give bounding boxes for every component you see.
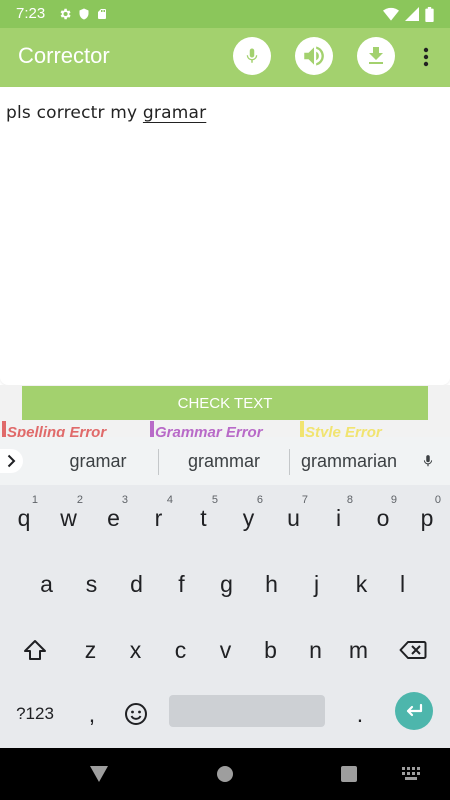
app-bar: Corrector bbox=[0, 28, 450, 87]
key-i[interactable]: i8 bbox=[316, 485, 361, 551]
key-p[interactable]: p0 bbox=[405, 485, 449, 551]
key-t[interactable]: t5 bbox=[181, 485, 226, 551]
shift-icon bbox=[24, 640, 46, 660]
status-right-icons bbox=[383, 6, 434, 22]
key-s[interactable]: s bbox=[69, 551, 114, 617]
key-l[interactable]: l bbox=[384, 551, 421, 617]
key-j[interactable]: j bbox=[294, 551, 339, 617]
key-g[interactable]: g bbox=[204, 551, 249, 617]
system-nav-bar bbox=[0, 748, 450, 800]
suggestion-2[interactable]: grammar bbox=[160, 451, 288, 472]
status-time: 7:23 bbox=[16, 5, 46, 22]
key-v[interactable]: v bbox=[203, 617, 248, 683]
period-key[interactable]: . bbox=[338, 681, 382, 747]
key-h[interactable]: h bbox=[249, 551, 294, 617]
status-left-icons bbox=[58, 6, 108, 22]
enter-key[interactable] bbox=[395, 692, 433, 730]
suggestion-strip: gramar grammar grammarian bbox=[0, 437, 450, 485]
key-n[interactable]: n bbox=[293, 617, 338, 683]
legend-grammar-bar bbox=[150, 421, 154, 437]
comma-key[interactable]: , bbox=[70, 681, 114, 747]
legend-spelling-label: Spelling Error bbox=[7, 424, 107, 437]
signal-icon bbox=[405, 7, 419, 21]
space-key[interactable] bbox=[169, 695, 325, 727]
download-icon bbox=[369, 47, 383, 64]
keyboard-row-4: ?123 , . bbox=[0, 681, 450, 747]
download-button[interactable] bbox=[357, 37, 395, 75]
backspace-key[interactable] bbox=[388, 617, 438, 683]
soft-keyboard: gramar grammar grammarian q1 w2 e3 r4 t5… bbox=[0, 437, 450, 748]
speaker-icon bbox=[304, 46, 324, 66]
check-text-button[interactable]: CHECK TEXT bbox=[22, 386, 428, 420]
battery-icon bbox=[425, 6, 434, 22]
editor-text-plain: pls correctr my bbox=[6, 103, 143, 123]
key-c[interactable]: c bbox=[158, 617, 203, 683]
legend-style-label: Style Error bbox=[305, 424, 382, 437]
emoji-key[interactable] bbox=[114, 681, 158, 747]
recents-icon[interactable] bbox=[341, 766, 357, 782]
key-m[interactable]: m bbox=[336, 617, 381, 683]
key-x[interactable]: x bbox=[113, 617, 158, 683]
app-title: Corrector bbox=[18, 43, 110, 68]
home-icon[interactable] bbox=[217, 766, 233, 782]
shift-key[interactable] bbox=[10, 617, 60, 683]
suggestion-1[interactable]: gramar bbox=[30, 451, 166, 472]
sd-card-icon bbox=[98, 9, 106, 19]
read-aloud-button[interactable] bbox=[295, 37, 333, 75]
key-z[interactable]: z bbox=[68, 617, 113, 683]
suggestion-divider bbox=[158, 449, 159, 475]
keyboard-voice-button[interactable] bbox=[418, 450, 438, 472]
symbols-key[interactable]: ?123 bbox=[4, 681, 66, 747]
shield-icon bbox=[79, 8, 89, 20]
legend-spelling-bar bbox=[2, 421, 6, 437]
legend-style-bar bbox=[300, 421, 304, 437]
voice-input-button[interactable] bbox=[233, 37, 271, 75]
key-q[interactable]: q1 bbox=[2, 485, 46, 551]
legend-grammar-error: Grammar Error bbox=[150, 421, 300, 437]
key-k[interactable]: k bbox=[339, 551, 384, 617]
microphone-icon bbox=[423, 455, 433, 467]
keyboard-row-1: q1 w2 e3 r4 t5 y6 u7 i8 o9 p0 bbox=[0, 485, 450, 551]
suggestion-expand-button[interactable] bbox=[0, 449, 23, 473]
key-o[interactable]: o9 bbox=[361, 485, 405, 551]
keyboard-row-2: a s d f g h j k l bbox=[0, 551, 450, 617]
overflow-menu-icon bbox=[423, 47, 429, 67]
suggestion-3[interactable]: grammarian bbox=[290, 451, 408, 472]
editor-error-word[interactable]: gramar bbox=[143, 103, 206, 123]
editor-text[interactable]: pls correctr my gramar bbox=[6, 103, 206, 123]
legend-grammar-label: Grammar Error bbox=[155, 424, 263, 437]
key-e[interactable]: e3 bbox=[91, 485, 136, 551]
key-f[interactable]: f bbox=[159, 551, 204, 617]
legend-style-error: Style Error bbox=[300, 421, 450, 437]
enter-icon bbox=[406, 703, 423, 717]
key-r[interactable]: r4 bbox=[136, 485, 181, 551]
keyboard-row-3: z x c v b n m bbox=[0, 617, 450, 683]
key-u[interactable]: u7 bbox=[271, 485, 316, 551]
status-bar: 7:23 bbox=[0, 0, 450, 28]
keyboard-switch-icon[interactable] bbox=[402, 767, 420, 780]
wifi-icon bbox=[383, 7, 399, 21]
chevron-right-icon bbox=[7, 454, 16, 468]
key-a[interactable]: a bbox=[24, 551, 69, 617]
backspace-icon bbox=[399, 641, 427, 659]
gear-icon bbox=[60, 8, 71, 20]
text-editor[interactable]: pls correctr my gramar bbox=[0, 87, 450, 385]
microphone-icon bbox=[246, 48, 258, 63]
emoji-icon bbox=[125, 703, 147, 725]
key-b[interactable]: b bbox=[248, 617, 293, 683]
legend-spelling-error: Spelling Error bbox=[2, 421, 142, 437]
key-d[interactable]: d bbox=[114, 551, 159, 617]
overflow-menu-button[interactable] bbox=[416, 42, 436, 72]
key-w[interactable]: w2 bbox=[46, 485, 91, 551]
back-icon[interactable] bbox=[90, 766, 108, 782]
key-y[interactable]: y6 bbox=[226, 485, 271, 551]
